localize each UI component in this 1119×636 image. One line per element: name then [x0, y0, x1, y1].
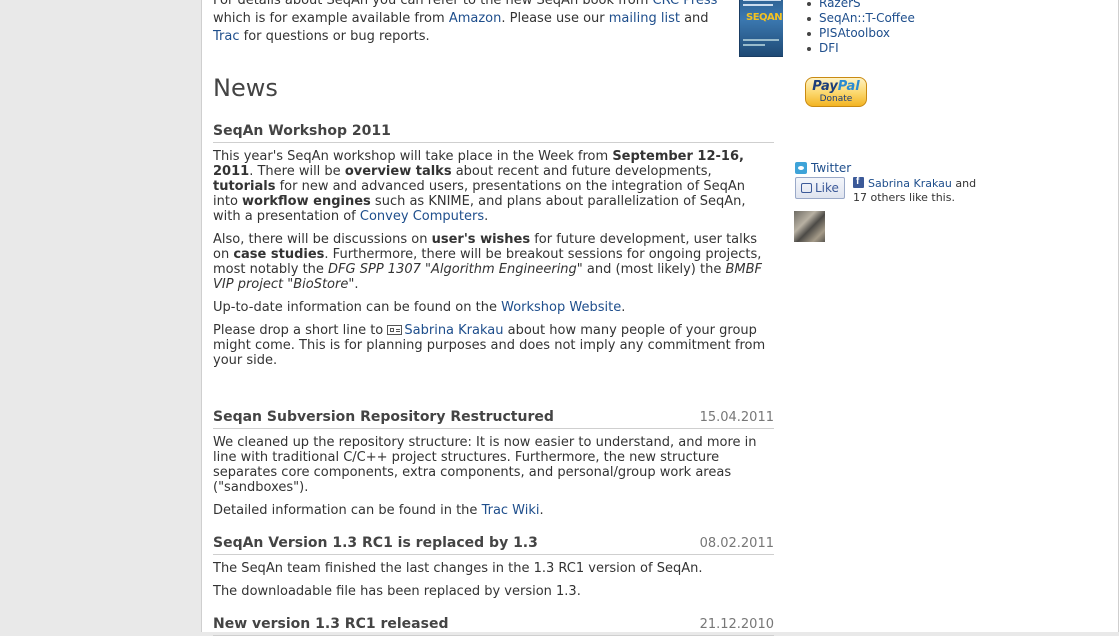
post-paragraph: Please drop a short line to Sabrina Krak… — [213, 323, 766, 368]
post-header: SeqAn Workshop 2011 — [213, 123, 774, 143]
thumbs-up-icon — [801, 183, 812, 193]
like-label: Like — [815, 181, 839, 195]
crc-press-link[interactable]: CRC Press — [653, 0, 718, 8]
paypal-donate-button[interactable]: PayPal Donate — [805, 77, 867, 107]
sidebar-link[interactable]: SeqAn::T-Coffee — [819, 11, 915, 25]
post-paragraph: Up-to-date information can be found on t… — [213, 300, 626, 315]
post-date: 21.12.2010 — [699, 617, 774, 632]
sidebar-link[interactable]: DFI — [819, 41, 839, 55]
news-post: SeqAn Version 1.3 RC1 is replaced by 1.3… — [213, 535, 774, 599]
post-title: SeqAn Version 1.3 RC1 is replaced by 1.3 — [213, 535, 538, 551]
donate-label: Donate — [819, 94, 853, 104]
convey-computers-link[interactable]: Convey Computers — [360, 209, 484, 224]
facebook-like-summary: Sabrina Krakau and 17 others like this. — [853, 175, 993, 205]
facebook-user-link[interactable]: Sabrina Krakau — [868, 177, 952, 190]
post-date: 15.04.2011 — [699, 410, 774, 425]
main-column: For details about SeqAn you can refer to… — [201, 0, 784, 636]
twitter-icon — [795, 162, 807, 174]
news-post: Seqan Subversion Repository Restructured… — [213, 409, 774, 518]
post-paragraph: Detailed information can be found in the… — [213, 503, 544, 518]
post-title: SeqAn Workshop 2011 — [213, 123, 391, 139]
intro-text: for questions or bug reports. — [239, 29, 430, 44]
news-heading: News — [213, 74, 278, 102]
news-post: SeqAn Workshop 2011 This year's SeqAn wo… — [213, 123, 774, 368]
post-paragraph: We cleaned up the repository structure: … — [213, 435, 757, 495]
trac-link[interactable]: Trac — [213, 29, 240, 44]
sidebar-item-dfi[interactable]: DFI — [800, 41, 915, 56]
post-header: Seqan Subversion Repository Restructured… — [213, 409, 774, 429]
post-date: 08.02.2011 — [699, 536, 774, 551]
facebook-like-button[interactable]: Like — [795, 177, 845, 199]
intro-paragraph: For details about SeqAn you can refer to… — [213, 0, 723, 46]
mailing-list-link[interactable]: mailing list — [609, 11, 680, 26]
sidebar-item-razers[interactable]: RazerS — [800, 0, 915, 11]
intro-text: and — [679, 11, 709, 26]
post-paragraph: Also, there will be discussions on user'… — [213, 232, 762, 292]
intro-text: For details about SeqAn you can refer to… — [213, 0, 653, 8]
sidebar: RazerS SeqAn::T-Coffee PISAtoolbox DFI P… — [783, 0, 1119, 632]
post-paragraph: The downloadable file has been replaced … — [213, 584, 581, 599]
facebook-icon — [853, 175, 864, 189]
workshop-website-link[interactable]: Workshop Website — [501, 300, 621, 315]
intro-text: . Please use our — [501, 11, 609, 26]
seqan-book-cover[interactable]: SEQAN — [739, 0, 784, 57]
news-post: New version 1.3 RC1 released 21.12.2010 — [213, 616, 774, 636]
paypal-logo: PayPal — [812, 79, 860, 94]
sidebar-item-pisatoolbox[interactable]: PISAtoolbox — [800, 26, 915, 41]
sidebar-link[interactable]: RazerS — [819, 0, 861, 10]
amazon-link[interactable]: Amazon — [449, 11, 502, 26]
sidebar-link[interactable]: PISAtoolbox — [819, 26, 890, 40]
post-header: SeqAn Version 1.3 RC1 is replaced by 1.3… — [213, 535, 774, 555]
post-header: New version 1.3 RC1 released 21.12.2010 — [213, 616, 774, 636]
mail-icon — [387, 325, 403, 335]
twitter-label[interactable]: Twitter — [811, 161, 851, 175]
post-title: New version 1.3 RC1 released — [213, 616, 449, 632]
avatar[interactable] — [794, 211, 825, 242]
post-paragraph: This year's SeqAn workshop will take pla… — [213, 149, 746, 224]
intro-text: which is for example available from — [213, 11, 449, 26]
book-logo: SEQAN — [746, 12, 783, 23]
sabrina-krakau-mail-link[interactable]: Sabrina Krakau — [404, 323, 503, 338]
trac-wiki-link[interactable]: Trac Wiki — [482, 503, 540, 518]
sidebar-item-t-coffee[interactable]: SeqAn::T-Coffee — [800, 11, 915, 26]
post-title: Seqan Subversion Repository Restructured — [213, 409, 554, 425]
project-link-list: RazerS SeqAn::T-Coffee PISAtoolbox DFI — [800, 0, 915, 56]
post-paragraph: The SeqAn team finished the last changes… — [213, 561, 703, 576]
twitter-link[interactable]: Twitter — [795, 161, 851, 175]
